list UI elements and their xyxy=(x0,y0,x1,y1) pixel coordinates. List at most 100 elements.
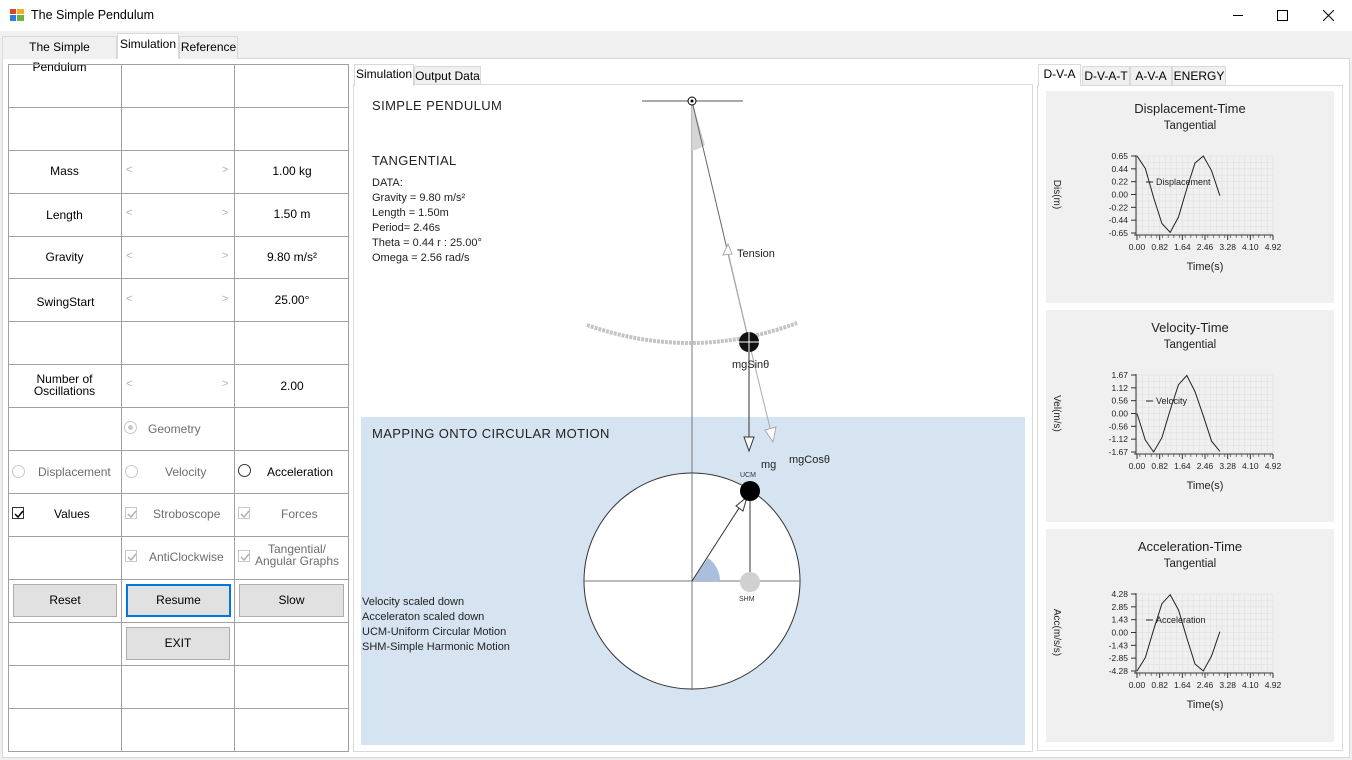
x-tick-label: 4.92 xyxy=(1265,680,1282,690)
sim-data-line: Gravity = 9.80 m/s² xyxy=(372,192,466,204)
x-tick-label: 0.82 xyxy=(1151,242,1168,252)
simulation-canvas: SIMPLE PENDULUM TANGENTIAL DATA: Gravity… xyxy=(359,87,1027,747)
length-label: Length xyxy=(46,208,83,222)
y-tick-label: -1.67 xyxy=(1109,447,1129,457)
length-increase-icon[interactable]: > xyxy=(222,207,228,219)
sim-note: SHM-Simple Harmonic Motion xyxy=(362,641,510,653)
sim-data-line: Omega = 2.56 rad/s xyxy=(372,252,470,264)
close-icon xyxy=(1323,10,1334,21)
x-tick-label: 2.46 xyxy=(1197,461,1214,471)
anticlockwise-checkbox[interactable] xyxy=(125,550,137,562)
gravity-decrease-icon[interactable]: < xyxy=(126,250,132,262)
maximize-button[interactable] xyxy=(1259,0,1305,31)
oscillations-value: 2.00 xyxy=(280,379,304,393)
reset-button[interactable]: Reset xyxy=(13,584,117,617)
x-axis-label: Time(s) xyxy=(1187,480,1224,492)
oscillations-increase-icon[interactable]: > xyxy=(222,378,228,390)
y-tick-label: 1.67 xyxy=(1111,370,1128,380)
swingstart-increase-icon[interactable]: > xyxy=(222,293,228,305)
legend-label: Displacement xyxy=(1156,177,1211,187)
length-value: 1.50 m xyxy=(273,207,311,221)
y-tick-label: -0.22 xyxy=(1109,202,1129,212)
acceleration-radio[interactable] xyxy=(238,464,251,477)
x-tick-label: 4.10 xyxy=(1242,242,1259,252)
tab-dva[interactable]: D-V-A xyxy=(1038,64,1081,86)
y-tick-label: 0.44 xyxy=(1111,164,1128,174)
graph-svg: 0.650.440.220.00-0.22-0.44-0.650.00 0.82 1… xyxy=(1051,151,1282,273)
graph-svg: 1.671.120.560.00-0.56-1.12-1.670.00 0.82 1… xyxy=(1051,370,1282,492)
ucm-point xyxy=(740,481,760,501)
x-tick-label: 4.10 xyxy=(1242,461,1259,471)
y-tick-label: -1.12 xyxy=(1109,434,1129,444)
oscillations-decrease-icon[interactable]: < xyxy=(126,378,132,390)
sim-note: Velocity scaled down xyxy=(362,596,465,608)
acceleration-label: Acceleration xyxy=(267,465,334,479)
tension-label: Tension xyxy=(737,248,775,260)
displacement-graph-panel: Displacement-Time Tangential 0.65 0.44 0.2… xyxy=(1046,91,1334,303)
x-axis-label: Time(s) xyxy=(1187,261,1224,273)
tab-simulation[interactable]: Simulation xyxy=(117,33,179,59)
forces-checkbox[interactable] xyxy=(238,507,250,519)
velocity-radio[interactable] xyxy=(125,465,138,478)
mass-decrease-icon[interactable]: < xyxy=(126,164,132,176)
values-label: Values xyxy=(54,507,90,521)
x-tick-label: 1.64 xyxy=(1174,242,1191,252)
y-tick-label: 2.85 xyxy=(1111,602,1128,612)
tab-dvat[interactable]: D-V-A-T xyxy=(1082,66,1130,86)
length-decrease-icon[interactable]: < xyxy=(126,207,132,219)
geometry-label: Geometry xyxy=(148,422,201,436)
gravity-increase-icon[interactable]: > xyxy=(222,250,228,262)
resume-button[interactable]: Resume xyxy=(126,584,231,617)
slow-button[interactable]: Slow xyxy=(239,584,344,617)
tab-reference[interactable]: Reference xyxy=(179,36,238,59)
x-tick-label: 0.00 xyxy=(1129,242,1146,252)
geometry-radio[interactable] xyxy=(124,421,137,434)
control-panel: Mass < > 1.00 kg Length < > 1.50 m Gravi… xyxy=(8,64,349,752)
y-tick-label: 0.56 xyxy=(1111,396,1128,406)
values-checkbox[interactable] xyxy=(12,507,24,519)
y-tick-label: 1.12 xyxy=(1111,383,1128,393)
y-tick-label: -0.65 xyxy=(1109,228,1129,238)
tab-simulation-view[interactable]: Simulation xyxy=(354,64,414,86)
y-tick-label: 0.65 xyxy=(1111,151,1128,161)
shm-label: SHM xyxy=(739,596,755,603)
legend-label: Velocity xyxy=(1156,396,1188,406)
x-tick-label: 0.82 xyxy=(1151,680,1168,690)
y-tick-label: 0.22 xyxy=(1111,177,1128,187)
stroboscope-label: Stroboscope xyxy=(153,507,221,521)
y-tick-label: 1.43 xyxy=(1111,615,1128,625)
x-tick-label: 0.00 xyxy=(1129,461,1146,471)
tangential-graphs-label-line2: Angular Graphs xyxy=(254,554,340,568)
displacement-label: Displacement xyxy=(38,465,111,479)
tab-output-data[interactable]: Output Data xyxy=(414,66,481,86)
x-tick-label: 2.46 xyxy=(1197,242,1214,252)
stroboscope-checkbox[interactable] xyxy=(125,507,137,519)
velocity-graph-panel: Velocity-Time Tangential 1.67 1.12 0.56 0.0… xyxy=(1046,310,1334,522)
tangential-graphs-checkbox[interactable] xyxy=(238,550,250,562)
minimize-button[interactable] xyxy=(1215,0,1261,31)
mass-increase-icon[interactable]: > xyxy=(222,164,228,176)
y-tick-label: 0.00 xyxy=(1111,190,1128,200)
sim-heading: SIMPLE PENDULUM xyxy=(372,98,503,113)
y-tick-label: 0.00 xyxy=(1111,409,1128,419)
tab-the-simple-pendulum[interactable]: The Simple Pendulum xyxy=(2,36,117,74)
displacement-radio[interactable] xyxy=(12,465,25,478)
anticlockwise-label: AntiClockwise xyxy=(149,550,224,564)
x-tick-label: 3.28 xyxy=(1219,242,1236,252)
close-button[interactable] xyxy=(1305,0,1351,31)
tab-energy[interactable]: ENERGY xyxy=(1172,66,1226,86)
x-tick-label: 2.46 xyxy=(1197,680,1214,690)
exit-button[interactable]: EXIT xyxy=(126,627,230,660)
y-axis-label: Dis(m) xyxy=(1051,180,1062,209)
y-axis-label: Acc(m/s/s) xyxy=(1051,609,1062,656)
sim-data-line: DATA: xyxy=(372,177,403,189)
check-icon xyxy=(240,510,250,519)
x-tick-label: 0.82 xyxy=(1151,461,1168,471)
x-tick-label: 3.28 xyxy=(1219,680,1236,690)
acceleration-graph-panel: Acceleration-Time Tangential 4.28 2.85 1.4… xyxy=(1046,529,1334,742)
tab-ava[interactable]: A-V-A xyxy=(1130,66,1172,86)
y-tick-label: 4.28 xyxy=(1111,589,1128,599)
swingstart-decrease-icon[interactable]: < xyxy=(126,293,132,305)
x-tick-label: 0.00 xyxy=(1129,680,1146,690)
x-tick-label: 1.64 xyxy=(1174,680,1191,690)
